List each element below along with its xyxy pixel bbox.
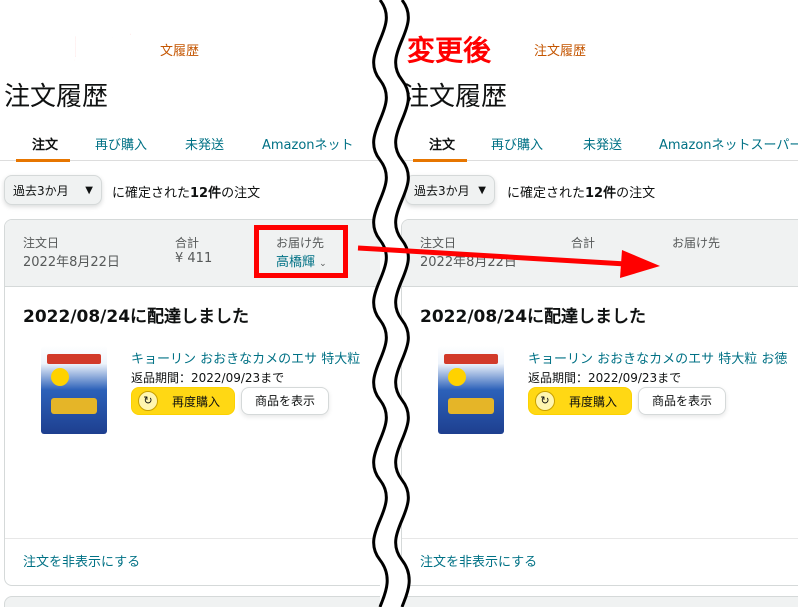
tab-amazon-net-super[interactable]: Amazonネットスーパー [659,134,798,153]
divider [402,538,798,539]
divider [5,538,380,539]
product-title-link[interactable]: キョーリン おおきなカメのエサ 特大粒 [131,348,360,367]
before-label: 変更前 [7,28,143,81]
hide-order-link[interactable]: 注文を非表示にする [23,551,140,570]
product-image-band [47,354,101,364]
product-image-label [51,398,97,414]
product-image-label [448,398,494,414]
view-product-button[interactable]: 商品を表示 [638,387,726,415]
order-filter: 過去3か月 ▼ に確定された12件の注文 [4,175,380,207]
order-total-label: 合計 [175,236,200,250]
product-title-link[interactable]: キョーリン おおきなカメのエサ 特大粒 お徳 [528,348,787,367]
order-date-value: 2022年8月22日 [23,255,120,270]
ship-to-label: お届け先 [672,236,721,250]
next-order-card [401,596,798,607]
return-period: 返品期間：2022/09/23まで [131,371,285,385]
rebuy-icon: ↻ [138,391,158,411]
filter-prefix: に確定された [507,186,586,201]
buy-again-button[interactable]: ↻ 再度購入 [131,387,235,415]
order-total-value: ¥ 411 [175,251,213,266]
tab-orders[interactable]: 注文 [32,134,58,153]
breadcrumb[interactable]: 注文履歴 [534,40,586,59]
order-date-label: 注文日 [23,236,60,250]
rebuy-icon: ↻ [535,391,555,411]
tab-amazon-net-super[interactable]: Amazonネット [262,134,354,153]
filter-summary: に確定された12件の注文 [507,182,655,201]
after-label: 変更後 [407,34,492,67]
before-panel: 文履歴 注文履歴 注文 再び購入 未発送 Amazonネット 過去3か月 ▼ に… [0,0,380,607]
chevron-down-icon: ▼ [478,185,486,196]
tab-buy-again[interactable]: 再び購入 [491,134,543,153]
tab-not-shipped[interactable]: 未発送 [583,134,622,153]
red-arrow [357,245,660,278]
period-select[interactable]: 過去3か月 ▼ [4,175,102,205]
view-product-button[interactable]: 商品を表示 [241,387,329,415]
wavy-divider [372,0,411,607]
buy-again-label: 再度購入 [569,395,618,409]
delivery-status: 2022/08/24に配達しました [420,307,647,327]
filter-suffix: の注文 [616,186,656,201]
product-image-badge [448,368,466,386]
breadcrumb[interactable]: 文履歴 [160,40,199,59]
filter-summary: に確定された12件の注文 [112,182,260,201]
buy-again-button[interactable]: ↻ 再度購入 [528,387,632,415]
filter-suffix: の注文 [221,186,261,201]
order-count: 12件 [190,186,222,201]
hide-order-link[interactable]: 注文を非表示にする [420,551,537,570]
product-image-badge [51,368,69,386]
product-image[interactable] [41,346,107,434]
filter-prefix: に確定された [112,186,191,201]
order-count: 12件 [585,186,617,201]
chevron-down-icon: ▼ [85,185,93,196]
tab-not-shipped[interactable]: 未発送 [185,134,224,153]
product-image-band [444,354,498,364]
tab-active-underline [16,159,70,162]
delivery-status: 2022/08/24に配達しました [23,307,250,327]
next-order-card [4,596,380,607]
product-image[interactable] [438,346,504,434]
period-select-value: 過去3か月 [13,184,69,198]
order-tabs: 注文 再び購入 未発送 Amazonネットスーパー [397,130,798,162]
tab-orders[interactable]: 注文 [429,134,455,153]
buy-again-label: 再度購入 [172,395,221,409]
return-period: 返品期間：2022/09/23まで [528,371,682,385]
order-tabs: 注文 再び購入 未発送 Amazonネット [0,130,380,162]
tab-buy-again[interactable]: 再び購入 [95,134,147,153]
order-filter: 過去3か月 ▼ に確定された12件の注文 [405,175,795,207]
after-panel: 注文履歴 注文履歴 注文 再び購入 未発送 Amazonネットスーパー 過去3か… [397,0,798,607]
highlight-box [254,225,348,278]
